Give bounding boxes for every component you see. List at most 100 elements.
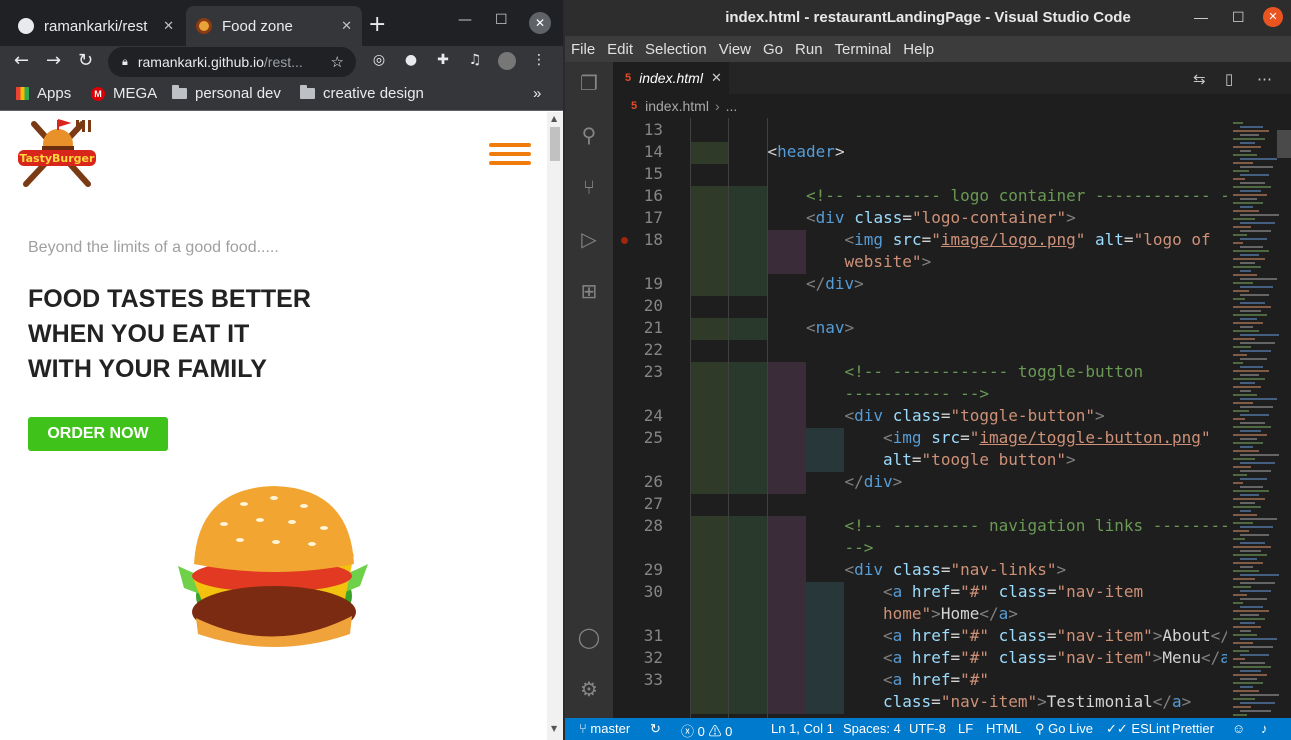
forward-icon[interactable]: → [46,50,61,71]
page-scrollbar[interactable] [547,112,563,740]
maximize-icon[interactable]: ☐ [495,12,508,28]
minimap-line [1233,170,1249,172]
open-changes-icon[interactable]: ⇆ [1193,70,1206,88]
menu-edit[interactable]: Edit [607,41,633,58]
extension-target-icon[interactable]: ◎ [370,52,388,70]
bookmark-folder-personal-dev[interactable]: personal dev [172,85,281,102]
minimap-line [1233,362,1243,364]
profile-avatar[interactable] [498,52,516,70]
browser-tab-food-zone[interactable]: Food zone ✕ [186,6,362,46]
minimize-icon[interactable]: — [458,12,472,28]
tastyburger-logo[interactable]: TastyBurger [16,118,100,188]
close-icon[interactable]: ✕ [163,18,174,34]
breakpoint-dot[interactable] [621,237,628,244]
extensions-icon[interactable]: ⊞ [577,280,601,304]
minimap-line [1233,186,1271,188]
menu-run[interactable]: Run [795,41,823,58]
scroll-up-icon[interactable]: ▲ [551,114,557,123]
menu-selection[interactable]: Selection [645,41,707,58]
close-icon[interactable]: ✕ [711,70,722,86]
url-path: /rest... [263,54,303,70]
minimap-line [1240,286,1273,288]
sync-icon[interactable]: ↻ [650,721,661,737]
extensions-puzzle-icon[interactable]: ✚ [434,52,452,70]
settings-gear-icon[interactable]: ⚙ [577,678,601,702]
reload-icon[interactable]: ↻ [78,50,93,71]
cursor-position[interactable]: Ln 1, Col 1 [771,721,834,736]
feedback-icon[interactable]: ☺ [1232,721,1245,736]
tab-index-html[interactable]: 5 index.html ✕ [613,62,729,94]
minimap-line [1240,694,1279,696]
close-icon[interactable]: ✕ [341,18,352,34]
minimap-line [1233,546,1271,548]
git-branch[interactable]: ⑂ master [579,721,630,736]
indent-guide-highlight [690,142,729,164]
line-number: 17 [643,208,663,227]
eslint-status[interactable]: ✓✓ ESLint [1106,721,1170,737]
bookmark-mega[interactable]: M MEGA [91,85,157,102]
eslint-label: ESLint [1131,721,1170,736]
explorer-icon[interactable]: ❐ [577,72,601,96]
minimap-line [1240,526,1273,528]
browser-toolbar: ← → ↻ 🔒︎ ramankarki.github.io/rest... ☆ … [0,46,563,78]
encoding[interactable]: UTF-8 [909,721,946,736]
minimap-line [1233,338,1255,340]
editor-scrollbar-thumb[interactable] [1277,130,1291,158]
minimap-line [1233,274,1257,276]
window-close-button[interactable]: ✕ [1263,7,1283,27]
menu-terminal[interactable]: Terminal [835,41,892,58]
account-icon[interactable]: ◯ [577,626,601,650]
minimap[interactable] [1227,118,1279,720]
menu-kebab-icon[interactable]: ⋮ [530,52,548,70]
bookmark-star-icon[interactable]: ☆ [331,53,344,71]
minimap-line [1240,366,1263,368]
extension-cookie-icon[interactable]: ● [402,52,420,70]
scroll-down-icon[interactable]: ▼ [551,724,557,733]
indent-guide-highlight [805,670,844,692]
run-debug-icon[interactable]: ▷ [577,228,601,252]
scrollbar-thumb[interactable] [550,127,560,161]
address-bar[interactable]: 🔒︎ ramankarki.github.io/rest... ☆ [108,47,356,77]
folder-icon [172,85,187,99]
indent-guide-highlight [728,406,767,428]
menu-view[interactable]: View [719,41,751,58]
more-actions-icon[interactable]: ⋯ [1257,70,1272,88]
menu-toggle-button[interactable] [489,143,531,165]
branch-name: master [590,721,631,736]
menu-file[interactable]: File [571,41,595,58]
source-control-icon[interactable]: ⑂ [577,176,601,200]
menu-help[interactable]: Help [903,41,934,58]
search-icon[interactable]: ⚲ [577,124,601,148]
browser-tab-github[interactable]: ramankarki/rest ✕ [8,6,184,46]
back-icon[interactable]: ← [14,50,29,71]
split-editor-icon[interactable]: ▯ [1225,70,1233,88]
end-of-line[interactable]: LF [958,721,973,736]
more-bookmarks-button[interactable]: » [533,85,541,102]
order-now-button[interactable]: ORDER NOW [28,417,168,451]
menu-go[interactable]: Go [763,41,783,58]
code-editor[interactable]: 13 14 <header> 15 16 <!-- --------- logo cont… [613,118,1227,718]
language-mode[interactable]: HTML [986,721,1021,736]
breadcrumb-file[interactable]: index.html [645,98,709,114]
indent-guide-highlight [767,230,806,252]
go-live-button[interactable]: ⚲ Go Live [1035,721,1093,737]
notifications-bell-icon[interactable]: ♪ [1261,721,1268,736]
problems-indicator[interactable]: ⓧ 0 ⚠ 0 [681,721,732,740]
minimap-line [1240,630,1251,632]
new-tab-button[interactable]: + [368,12,386,37]
minimize-icon[interactable]: — [1194,9,1208,25]
prettier-status[interactable]: Prettier [1172,721,1214,736]
indentation[interactable]: Spaces: 4 [843,721,901,736]
bookmark-folder-creative-design[interactable]: creative design [300,85,424,102]
lock-icon: 🔒︎ [122,55,128,68]
indent-guide-highlight [767,362,806,384]
breadcrumb-more[interactable]: ... [726,98,738,114]
media-queue-icon[interactable]: ♫ [466,52,484,70]
indent-guide-highlight [805,604,844,626]
code-line: <div class="nav-links"> [844,560,1067,579]
maximize-icon[interactable]: ☐ [1232,9,1245,26]
indent-guide-highlight [805,626,844,648]
bookmark-apps[interactable]: Apps [16,85,71,102]
code-line: <div class="logo-container"> [806,208,1076,227]
window-close-button[interactable]: ✕ [529,12,551,34]
